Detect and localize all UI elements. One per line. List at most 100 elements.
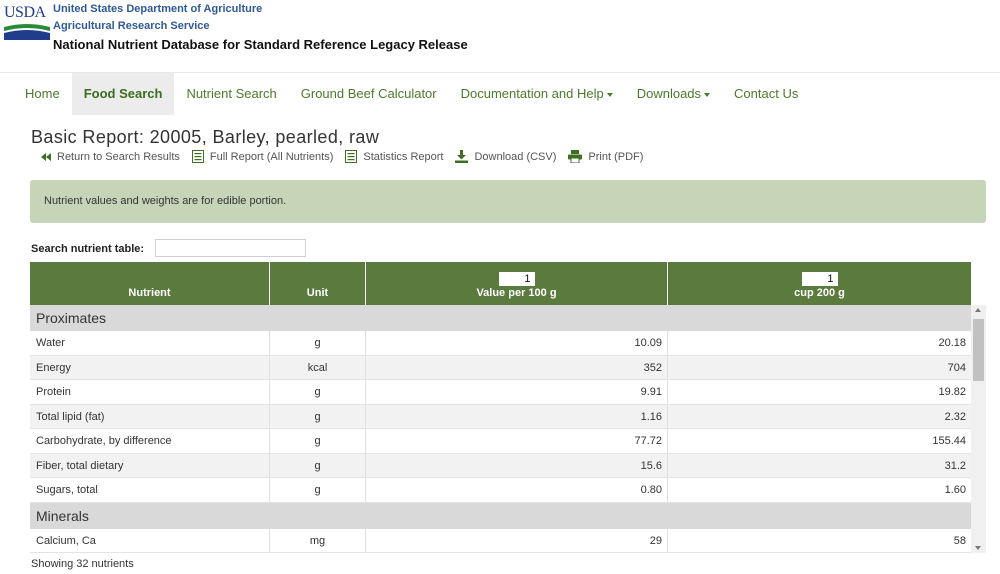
nav-ground-beef-label: Ground Beef Calculator [300, 86, 437, 101]
col-header-cup-label: cup 200 g [794, 287, 845, 299]
edible-portion-notice: Nutrient values and weights are for edib… [30, 180, 986, 223]
value-per-100g: 9.91 [366, 380, 668, 404]
table-body: Proximates Water g 10.09 20.18 Energy kc… [30, 305, 971, 553]
nutrient-name: Protein [30, 380, 270, 404]
nutrient-unit: kcal [270, 355, 366, 379]
value-per-cup: 58 [953, 534, 966, 547]
search-nutrient-label: Search nutrient table: [31, 243, 145, 255]
value-per-100g: 15.6 [366, 453, 668, 477]
nutrient-count: Showing 32 nutrients [31, 558, 134, 570]
value-per-cup: 1.60 [944, 484, 966, 496]
return-to-search-link[interactable]: Return to Search Results [41, 151, 180, 163]
value-per-100g: 1.16 [366, 404, 668, 428]
site-header: USDA United States Department of Agricul… [0, 0, 1000, 72]
nutrient-unit: g [270, 478, 366, 502]
value-per-100g: 29 [366, 528, 668, 552]
col-header-per-100g: 1 Value per 100 g [366, 262, 668, 305]
document-icon [345, 150, 358, 163]
table-header: Nutrient Unit 1 Value per 100 g 1 cup 20… [30, 262, 971, 305]
printer-icon [568, 150, 583, 163]
value-per-cup: 2.32 [944, 410, 966, 423]
col-header-nutrient: Nutrient [30, 262, 270, 305]
statistics-report-label: Statistics Report [363, 150, 444, 163]
full-report-label: Full Report (All Nutrients) [209, 150, 334, 163]
database-title: National Nutrient Database for Standard … [53, 37, 468, 52]
nutrient-unit: g [270, 331, 366, 355]
value-per-100g: 10.09 [366, 331, 668, 355]
nav-downloads-dropdown[interactable]: Downloads [625, 73, 722, 115]
scrollbar-thumb[interactable] [973, 319, 984, 381]
nutrient-unit: g [270, 453, 366, 477]
value-per-cup: 155.44 [932, 435, 966, 447]
value-per-100g: 0.80 [366, 478, 668, 502]
value-per-cup: 31.2 [944, 459, 966, 472]
statistics-report-link[interactable]: Statistics Report [345, 150, 443, 163]
caret-down-icon [704, 92, 711, 97]
nutrient-name: Energy [30, 355, 270, 379]
scroll-down-icon[interactable] [975, 546, 981, 550]
document-icon [191, 150, 204, 163]
print-pdf-label: Print (PDF) [588, 150, 644, 163]
nav-downloads-label: Downloads [636, 86, 702, 101]
value-per-100g: 77.72 [366, 429, 668, 453]
usda-field-icon [4, 24, 50, 40]
double-chevron-left-icon [41, 152, 51, 161]
nav-documentation-label: Documentation and Help [460, 86, 604, 101]
col-header-nutrient-label: Nutrient [128, 287, 171, 299]
value-per-100g: 352 [366, 355, 668, 379]
agency-name[interactable]: United States Department of Agriculture [53, 3, 262, 15]
value-per-cup: 20.18 [938, 337, 966, 349]
nav-nutrient-search[interactable]: Nutrient Search [174, 73, 288, 115]
nutrient-table: Nutrient Unit 1 Value per 100 g 1 cup 20… [30, 262, 971, 553]
usda-logo[interactable]: USDA [4, 4, 50, 40]
usda-logo-text: USDA [4, 4, 46, 21]
page-title: Basic Report: 20005, Barley, pearled, ra… [31, 127, 380, 147]
nav-food-search[interactable]: Food Search [71, 73, 175, 115]
download-icon [455, 150, 469, 163]
group-header-minerals: Minerals [30, 502, 971, 529]
nutrient-unit: g [270, 404, 366, 428]
table-row: Energy kcal 352 704 [30, 355, 971, 380]
full-report-link[interactable]: Full Report (All Nutrients) [191, 150, 334, 163]
service-name[interactable]: Agricultural Research Service [53, 20, 210, 32]
print-pdf-link[interactable]: Print (PDF) [568, 150, 643, 163]
download-csv-link[interactable]: Download (CSV) [455, 150, 556, 163]
nutrient-unit: g [270, 380, 366, 404]
nutrient-unit: mg [270, 528, 366, 552]
return-link-label: Return to Search Results [57, 150, 180, 163]
caret-down-icon [606, 92, 613, 97]
table-row: Fiber, total dietary g 15.6 31.2 [30, 453, 971, 478]
nav-home-label: Home [25, 86, 60, 101]
group-header-proximates: Proximates [30, 305, 971, 331]
col-header-per-100g-label: Value per 100 g [476, 287, 557, 299]
table-row: Water g 10.09 20.18 [30, 331, 971, 356]
table-scrollbar[interactable] [971, 305, 986, 553]
table-row: Carbohydrate, by difference g 77.72 155.… [30, 429, 971, 454]
nutrient-name: Water [30, 331, 270, 355]
nav-home[interactable]: Home [13, 73, 72, 115]
nutrient-unit: g [270, 429, 366, 453]
value-per-cup: 704 [947, 361, 966, 374]
download-csv-label: Download (CSV) [474, 150, 557, 163]
nav-contact-label: Contact Us [734, 86, 799, 101]
col-header-unit: Unit [270, 262, 366, 305]
cup-quantity-input[interactable]: 1 [801, 272, 838, 286]
table-row: Sugars, total g 0.80 1.60 [30, 478, 971, 503]
nutrient-name: Sugars, total [30, 478, 270, 502]
scroll-up-icon[interactable] [975, 308, 981, 312]
nav-nutrient-search-label: Nutrient Search [186, 86, 277, 101]
nav-ground-beef-calculator[interactable]: Ground Beef Calculator [289, 73, 449, 115]
nutrient-name: Total lipid (fat) [30, 404, 270, 428]
nav-food-search-label: Food Search [83, 86, 163, 101]
table-row: Calcium, Ca mg 29 58 [30, 528, 971, 553]
col-header-unit-label: Unit [306, 287, 329, 299]
per-100g-quantity-input[interactable]: 1 [498, 272, 535, 286]
search-nutrient-input[interactable] [155, 239, 306, 257]
nav-documentation-dropdown[interactable]: Documentation and Help [449, 73, 625, 115]
value-per-cup: 19.82 [938, 386, 966, 398]
report-actions: Return to Search Results Full Report (Al… [41, 150, 655, 163]
table-row: Protein g 9.91 19.82 [30, 380, 971, 405]
nav-contact-us[interactable]: Contact Us [722, 73, 810, 115]
table-row: Total lipid (fat) g 1.16 2.32 [30, 404, 971, 429]
nutrient-name: Fiber, total dietary [30, 453, 270, 477]
